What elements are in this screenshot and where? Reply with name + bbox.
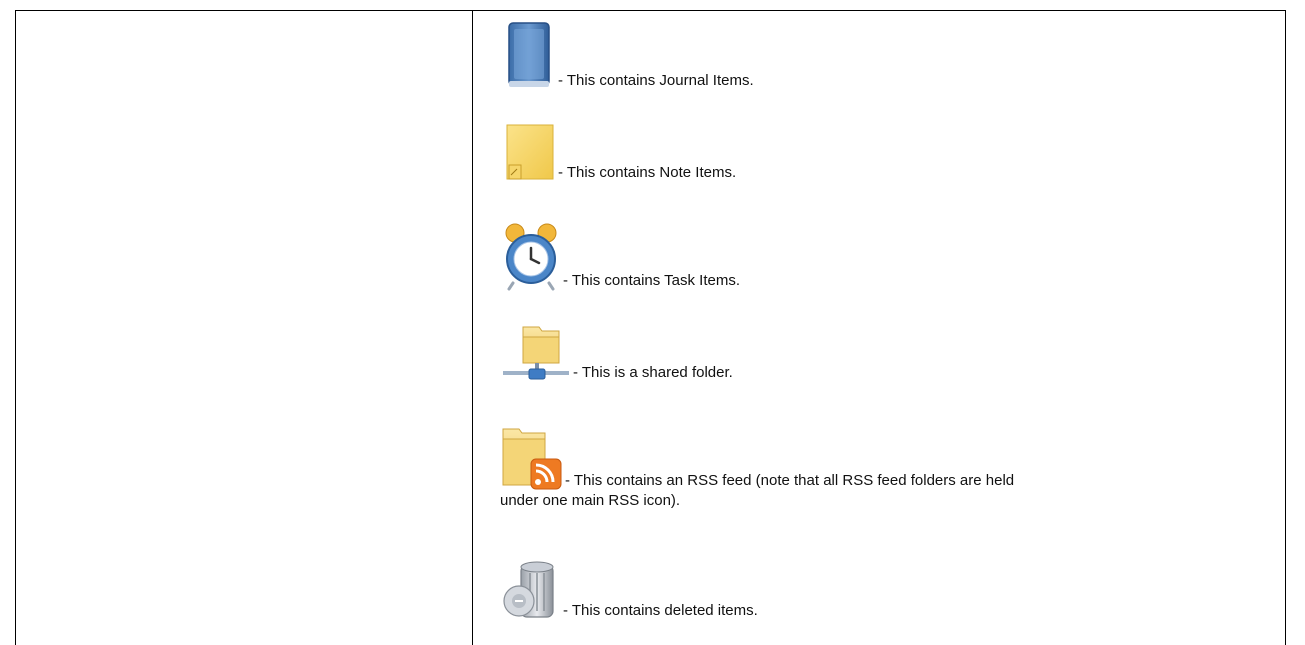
entry-text-continued: under one main RSS icon).: [500, 492, 681, 509]
list-item-note: - This contains Note Items.: [501, 123, 736, 183]
table-left-cell: [16, 11, 472, 645]
trash-can-icon: [501, 559, 561, 621]
list-item-shared-folder: - This is a shared folder.: [501, 323, 733, 383]
journal-book-icon: [501, 21, 556, 91]
list-item-journal: - This contains Journal Items.: [501, 21, 754, 91]
list-item-task: - This contains Task Items.: [501, 223, 740, 291]
alarm-clock-icon: [501, 223, 561, 291]
rss-folder-icon: [501, 425, 563, 491]
shared-folder-icon: [501, 323, 571, 383]
sticky-note-icon: [501, 123, 556, 183]
list-item-rss-folder: - This contains an RSS feed (note that a…: [500, 425, 1015, 511]
entry-text: - This contains an RSS feed (note that a…: [565, 472, 1015, 489]
entry-text: - This is a shared folder.: [573, 364, 733, 381]
list-item-deleted-items: - This contains deleted items.: [501, 559, 758, 621]
table-right-cell: - This contains Journal Items. - This co…: [473, 11, 1285, 645]
entry-text: - This contains deleted items.: [563, 602, 758, 619]
entry-text: - This contains Note Items.: [558, 164, 737, 181]
document-page: - This contains Journal Items. - This co…: [0, 0, 1305, 645]
entry-text: - This contains Task Items.: [563, 272, 741, 289]
entry-text: - This contains Journal Items.: [558, 72, 754, 89]
